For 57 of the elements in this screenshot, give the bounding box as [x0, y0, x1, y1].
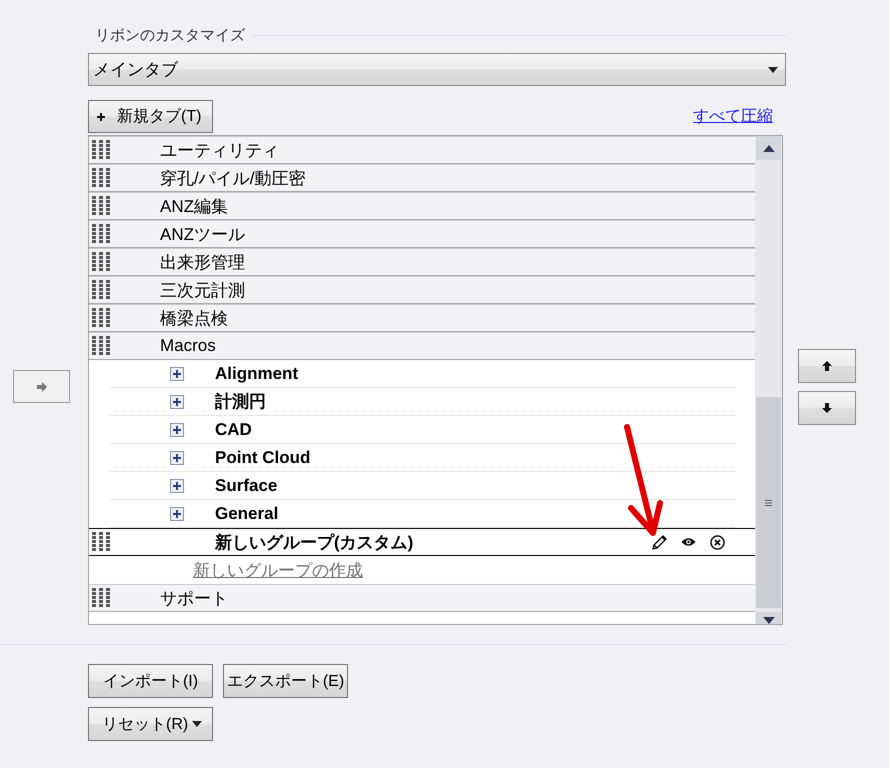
- section-title: リボンのカスタマイズ: [95, 26, 245, 44]
- tab-row[interactable]: ユーティリティ: [89, 136, 755, 164]
- move-down-button[interactable]: [798, 391, 856, 425]
- drag-handle-icon[interactable]: [92, 252, 110, 272]
- new-tab-button[interactable]: 新規タブ(T): [88, 100, 213, 133]
- tab-row[interactable]: 穿孔/パイル/動圧密: [89, 164, 755, 192]
- arrow-right-icon: [36, 382, 46, 392]
- caret-up-icon: [762, 144, 774, 152]
- drag-handle-icon[interactable]: [92, 168, 110, 188]
- eye-icon[interactable]: [681, 537, 696, 547]
- add-button[interactable]: [13, 370, 70, 403]
- tab-row[interactable]: 出来形管理: [89, 248, 755, 276]
- grip-icon: [765, 500, 772, 506]
- menu-button[interactable]: リセット(R): [88, 707, 213, 741]
- close-icon[interactable]: [710, 534, 725, 550]
- group-row[interactable]: 新しいグループ(カスタム): [89, 528, 755, 556]
- drag-handle-icon[interactable]: [92, 532, 110, 552]
- pencil-icon[interactable]: [652, 534, 667, 550]
- caret-down-icon: [762, 617, 774, 624]
- caret-down-icon: [768, 66, 778, 72]
- move-up-button[interactable]: [798, 349, 856, 383]
- plus-box-icon[interactable]: [170, 366, 184, 380]
- tab-row[interactable]: 三次元計測: [89, 276, 755, 304]
- drag-handle-icon[interactable]: [92, 140, 110, 160]
- scroll-up-button[interactable]: [756, 136, 781, 160]
- arrow-down-icon: [822, 403, 832, 413]
- drag-handle-icon[interactable]: [92, 308, 110, 328]
- tab-row[interactable]: ANZツール: [89, 220, 755, 248]
- plus-box-icon[interactable]: [170, 394, 184, 408]
- tab-row[interactable]: Macros: [89, 332, 755, 360]
- collapse-all-link[interactable]: すべて圧縮: [693, 106, 773, 127]
- new-group-link[interactable]: 新しいグループの作成: [193, 558, 363, 582]
- tab-dropdown[interactable]: メインタブ: [88, 53, 786, 86]
- group-row[interactable]: 計測円: [110, 388, 735, 416]
- drag-handle-icon[interactable]: [92, 588, 110, 608]
- tab-row[interactable]: 橋梁点検: [89, 304, 755, 332]
- group-row[interactable]: CAD: [110, 416, 735, 444]
- plus-box-icon[interactable]: [170, 506, 184, 520]
- scrollbar-track[interactable]: [755, 136, 782, 624]
- group-row[interactable]: Surface: [110, 472, 735, 500]
- scrollbar-thumb[interactable]: [756, 397, 781, 608]
- plus-box-icon[interactable]: [170, 450, 184, 464]
- drag-handle-icon[interactable]: [92, 196, 110, 216]
- drag-handle-icon[interactable]: [92, 336, 110, 356]
- caret-down-icon: [192, 721, 202, 727]
- tab-row[interactable]: ANZ編集: [89, 192, 755, 220]
- action-button[interactable]: エクスポート(E): [223, 664, 348, 698]
- plus-box-icon[interactable]: [170, 422, 184, 436]
- arrow-up-icon: [822, 361, 832, 371]
- plus-box-icon[interactable]: [170, 478, 184, 492]
- group-row[interactable]: Point Cloud: [110, 444, 735, 472]
- drag-handle-icon[interactable]: [92, 224, 110, 244]
- plus-icon: [97, 112, 105, 120]
- drag-handle-icon[interactable]: [92, 280, 110, 300]
- tab-row[interactable]: サポート: [89, 584, 755, 612]
- action-button[interactable]: インポート(I): [88, 664, 213, 698]
- group-row[interactable]: Alignment: [110, 360, 735, 388]
